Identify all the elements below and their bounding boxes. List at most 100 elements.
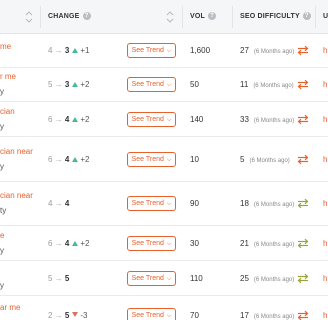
help-icon[interactable]: ? [82, 12, 91, 20]
column-header-seo-difficulty[interactable]: SEO DIFFICULTY? [240, 0, 311, 34]
refresh-icon[interactable] [297, 154, 309, 165]
seo-updated-ago: (6 Months ago) [253, 118, 295, 124]
see-trend-button[interactable]: See Trend ⌵ [127, 196, 176, 211]
url-link[interactable]: h [323, 155, 327, 164]
rank-to: 4 [64, 155, 70, 164]
url-link[interactable]: h [323, 239, 327, 248]
rank-delta: +2 [80, 115, 90, 124]
see-trend-button[interactable]: See Trend ⌵ [127, 43, 176, 58]
rank-to: 5 [64, 311, 70, 320]
rank-change: 6 → 4 +2 [48, 115, 89, 124]
keyword-link[interactable]: ar me [0, 303, 20, 312]
see-trend-label: See Trend [131, 47, 166, 54]
keyword-location: y [0, 246, 4, 255]
keyword-link[interactable]: cian near [0, 191, 33, 200]
column-header-truncated[interactable]: U [323, 0, 328, 34]
seo-difficulty-value: 5 [240, 155, 245, 164]
rank-change: 4 → 3 +1 [48, 46, 89, 55]
refresh-icon[interactable] [297, 114, 309, 125]
keyword-link[interactable]: cian [0, 107, 15, 116]
keyword-location: y [0, 87, 4, 96]
rank-change: 5 → 3 +2 [48, 80, 89, 89]
rank-up-icon [72, 82, 79, 87]
search-volume: 30 [190, 239, 199, 248]
chevron-down-icon: ⌵ [166, 157, 172, 163]
rank-delta: +2 [80, 155, 90, 164]
arrow-right-icon: → [52, 199, 65, 208]
seo-difficulty-value: 17 [240, 311, 249, 320]
rank-delta: +2 [80, 80, 90, 89]
refresh-icon[interactable] [297, 310, 309, 320]
see-trend-label: See Trend [131, 275, 166, 282]
arrow-right-icon: → [52, 115, 65, 124]
refresh-icon[interactable] [297, 198, 309, 209]
help-icon[interactable]: ? [208, 12, 216, 20]
refresh-icon[interactable] [297, 238, 309, 249]
seo-difficulty-value: 25 [240, 274, 249, 283]
table-row: cian y 6 → 4 +2 See Trend ⌵ 140 33 (6 Months ag… [0, 102, 328, 137]
rank-to: 5 [64, 274, 70, 283]
search-volume: 50 [190, 80, 199, 89]
seo-difficulty-value: 33 [240, 115, 249, 124]
vol-header-label: VOL [190, 13, 205, 20]
url-link[interactable]: h [323, 115, 327, 124]
chevron-down-icon: ⌵ [166, 82, 172, 88]
table-row: y 5 → 5 See Trend ⌵ 110 25 (6 Months ago) h [0, 261, 328, 296]
rank-to: 4 [64, 115, 70, 124]
seo-difficulty: 17 (6 Months ago) [240, 311, 294, 320]
table-row: r me y 5 → 3 +2 See Trend ⌵ 50 11 (6 Months ago… [0, 68, 328, 102]
rank-change: 2 → 5 -3 [48, 311, 87, 320]
sort-icon[interactable] [166, 11, 174, 23]
seo-updated-ago: (6 Months ago) [253, 314, 295, 320]
see-trend-button[interactable]: See Trend ⌵ [127, 236, 176, 251]
seo-difficulty-value: 27 [240, 46, 249, 55]
seo-updated-ago: (6 Months ago) [253, 277, 295, 283]
refresh-icon[interactable] [297, 273, 309, 284]
url-link[interactable]: h [323, 311, 327, 320]
url-link[interactable]: h [323, 199, 327, 208]
rank-to: 4 [64, 199, 70, 208]
keyword-ranking-table: CHANGE? VOL? SEO DIFFICULTY? U me 4 → 3 +1… [0, 0, 328, 320]
see-trend-button[interactable]: See Trend ⌵ [127, 77, 176, 92]
keyword-link[interactable]: r me [0, 72, 16, 81]
seo-difficulty: 27 (6 Months ago) [240, 46, 294, 55]
chevron-down-icon: ⌵ [166, 201, 172, 207]
see-trend-label: See Trend [131, 200, 166, 207]
see-trend-button[interactable]: See Trend ⌵ [127, 152, 176, 167]
table-row: cian near y 6 → 4 +2 See Trend ⌵ 10 5 (6 Months… [0, 137, 328, 182]
rank-delta: -3 [80, 311, 88, 320]
see-trend-button[interactable]: See Trend ⌵ [127, 271, 176, 286]
column-divider [40, 6, 41, 28]
url-link[interactable]: h [323, 80, 327, 89]
sort-icon[interactable] [25, 11, 33, 23]
help-icon[interactable]: ? [302, 12, 311, 20]
seo-header-label: SEO DIFFICULTY [240, 13, 300, 20]
arrow-right-icon: → [52, 239, 65, 248]
see-trend-label: See Trend [131, 116, 166, 123]
seo-difficulty-value: 21 [240, 239, 249, 248]
table-row: ey6 → 4 +2 See Trend ⌵ 30 21 (6 Months ago) h [0, 226, 328, 261]
rank-up-icon [72, 48, 79, 53]
rank-change: 6 → 4 +2 [48, 239, 89, 248]
url-link[interactable]: h [323, 46, 327, 55]
search-volume: 140 [190, 115, 204, 124]
see-trend-label: See Trend [131, 312, 166, 319]
table-row: cian near ty 4 → 4 See Trend ⌵ 90 18 (6 Months… [0, 182, 328, 226]
column-header-vol[interactable]: VOL? [190, 0, 216, 34]
keyword-link[interactable]: me [0, 42, 11, 51]
see-trend-button[interactable]: See Trend ⌵ [127, 112, 176, 127]
seo-updated-ago: (6 Months ago) [253, 49, 295, 55]
rank-change: 5 → 5 [48, 274, 69, 283]
see-trend-button[interactable]: See Trend ⌵ [127, 308, 176, 320]
rank-to: 3 [64, 80, 70, 89]
seo-updated-ago: (6 Months ago) [249, 158, 290, 164]
url-link[interactable]: h [323, 274, 327, 283]
refresh-icon[interactable] [297, 45, 309, 56]
chevron-down-icon: ⌵ [166, 313, 172, 319]
column-divider [232, 6, 233, 28]
column-header-change[interactable]: CHANGE? [48, 0, 91, 34]
refresh-icon[interactable] [297, 79, 309, 90]
table-row: me 4 → 3 +1 See Trend ⌵ 1,600 27 (6 Months ago… [0, 34, 328, 68]
keyword-link[interactable]: e [0, 231, 4, 240]
keyword-link[interactable]: cian near [0, 147, 33, 156]
